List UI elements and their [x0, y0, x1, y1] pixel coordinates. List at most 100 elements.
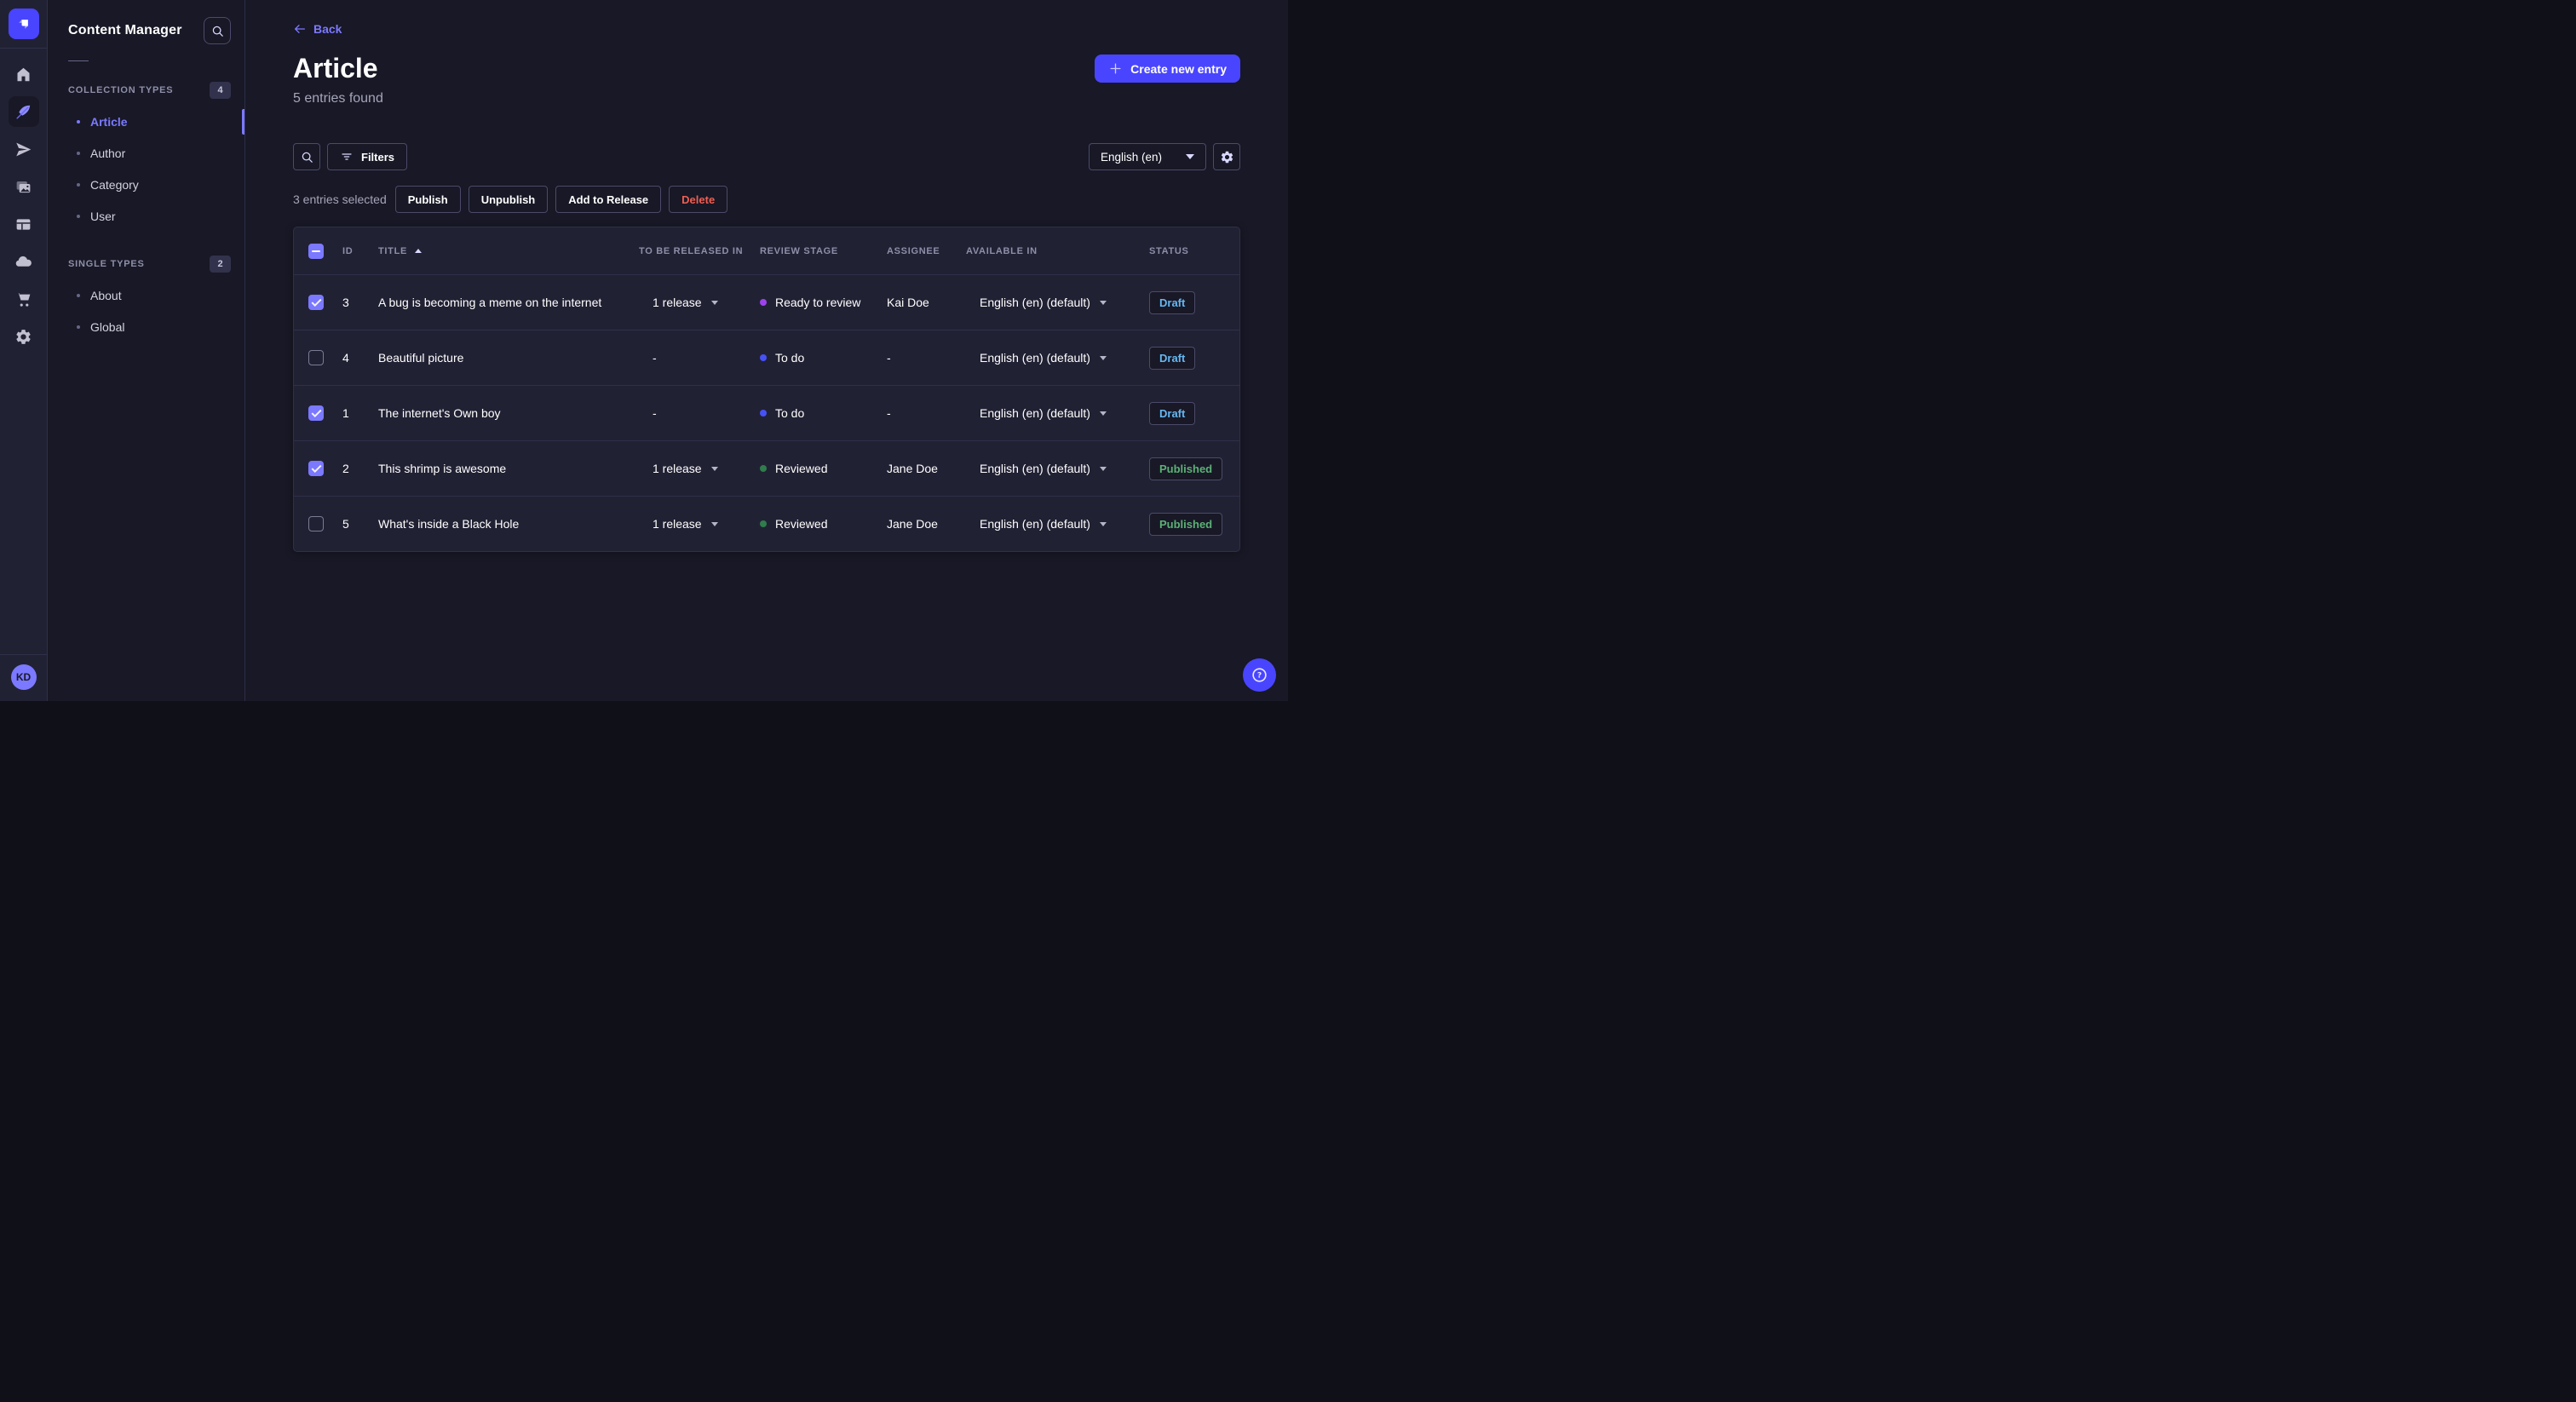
cell-assignee: - — [887, 406, 891, 420]
sidebar-item-user[interactable]: User — [48, 200, 244, 232]
cell-locale-dropdown[interactable]: English (en) (default) — [955, 517, 1138, 531]
review-stage-dot — [760, 410, 767, 417]
add-to-release-button[interactable]: Add to Release — [555, 186, 662, 213]
cell-title: The internet's Own boy — [378, 406, 501, 420]
subnav-search-button[interactable] — [204, 17, 231, 44]
table-row[interactable]: 2 This shrimp is awesome 1 release Revie… — [294, 440, 1239, 496]
row-checkbox[interactable] — [308, 516, 324, 531]
sort-ascending-icon — [415, 249, 423, 253]
list-search-button[interactable] — [293, 143, 320, 170]
page-heading: Article 5 entries found — [293, 53, 383, 106]
main-content: Back Article 5 entries found Create new … — [245, 0, 1288, 701]
cell-title: A bug is becoming a meme on the internet — [378, 296, 602, 309]
delete-button[interactable]: Delete — [669, 186, 728, 213]
rail-divider — [0, 48, 47, 49]
cell-status: Draft — [1138, 290, 1239, 314]
cell-release-dropdown[interactable]: 1 release — [628, 462, 749, 475]
select-all-checkbox[interactable] — [308, 243, 324, 259]
cell-assignee: Kai Doe — [887, 296, 929, 309]
strapi-logo-icon — [18, 20, 28, 29]
user-avatar[interactable]: KD — [10, 664, 37, 690]
cell-release-dropdown[interactable]: - — [628, 406, 749, 420]
cell-review-stage: Ready to review — [749, 296, 876, 309]
status-badge: Published — [1149, 512, 1223, 536]
column-header-title-sort[interactable]: TITLE — [378, 246, 423, 256]
unpublish-button[interactable]: Unpublish — [468, 186, 549, 213]
table-row[interactable]: 5 What's inside a Black Hole 1 release R… — [294, 496, 1239, 551]
cell-release-dropdown[interactable]: 1 release — [628, 296, 749, 309]
release-caret chevron-down-icon — [710, 521, 718, 526]
table-row[interactable]: 1 The internet's Own boy - To do - Engli… — [294, 385, 1239, 440]
chevron-down-icon — [1099, 411, 1107, 416]
publish-button[interactable]: Publish — [394, 186, 461, 213]
cell-assignee: - — [887, 351, 891, 365]
row-checkbox[interactable] — [308, 405, 324, 421]
cell-id: 2 — [342, 462, 349, 475]
sidebar-item-article[interactable]: Article — [48, 106, 244, 137]
sidebar-item-author[interactable]: Author — [48, 137, 244, 169]
review-stage-dot — [760, 354, 767, 361]
cell-locale-dropdown[interactable]: English (en) (default) — [955, 351, 1138, 365]
cell-review-stage: To do — [749, 406, 876, 420]
bullet-icon — [77, 182, 80, 187]
collection-types-count-badge: 4 — [210, 82, 231, 99]
bullet-icon — [77, 151, 80, 155]
home-icon[interactable] — [9, 59, 39, 89]
single-types-section: SINGLE TYPES 2 About Global — [48, 256, 244, 342]
cell-id: 1 — [342, 406, 349, 420]
cell-locale-dropdown[interactable]: English (en) (default) — [955, 296, 1138, 309]
entries-table: ID TITLE TO BE RELEASED IN REVIEW STAGE … — [293, 227, 1240, 552]
row-checkbox[interactable] — [308, 461, 324, 476]
cell-review-stage: To do — [749, 351, 876, 365]
cell-assignee: Jane Doe — [887, 517, 938, 531]
list-settings-button[interactable] — [1213, 143, 1240, 170]
filters-button[interactable]: Filters — [327, 143, 408, 170]
cell-status: Draft — [1138, 346, 1239, 370]
cloud-icon[interactable] — [9, 246, 39, 277]
cell-release-dropdown[interactable]: - — [628, 351, 749, 365]
cell-title: What's inside a Black Hole — [378, 517, 520, 531]
section-label-single-types: SINGLE TYPES — [68, 259, 145, 269]
bullet-icon — [77, 214, 80, 218]
column-header-available-in: AVAILABLE IN — [966, 245, 1038, 256]
table-row[interactable]: 3 A bug is becoming a meme on the intern… — [294, 274, 1239, 330]
status-badge: Draft — [1149, 290, 1196, 314]
locale-select[interactable]: English (en) — [1089, 143, 1206, 170]
chevron-down-icon — [1099, 355, 1107, 360]
cell-status: Published — [1138, 457, 1239, 480]
cell-title: Beautiful picture — [378, 351, 464, 365]
chevron-down-icon — [1099, 521, 1107, 526]
svg-text:?: ? — [1257, 671, 1262, 681]
help-button[interactable]: ? — [1243, 658, 1276, 692]
table-header-row: ID TITLE TO BE RELEASED IN REVIEW STAGE … — [294, 227, 1239, 274]
back-link[interactable]: Back — [293, 22, 342, 36]
section-label-collection-types: COLLECTION TYPES — [68, 85, 174, 95]
content-manager-feather-icon[interactable] — [8, 96, 39, 127]
review-stage-dot — [760, 299, 767, 306]
releases-send-icon[interactable] — [9, 134, 39, 164]
row-checkbox[interactable] — [308, 350, 324, 365]
sidebar-item-global[interactable]: Global — [48, 311, 244, 342]
cell-title: This shrimp is awesome — [378, 462, 507, 475]
chevron-down-icon — [1186, 154, 1194, 159]
review-stage-dot — [760, 465, 767, 472]
table-row[interactable]: 4 Beautiful picture - To do - English (e… — [294, 330, 1239, 385]
cell-locale-dropdown[interactable]: English (en) (default) — [955, 406, 1138, 420]
create-new-entry-button[interactable]: Create new entry — [1095, 55, 1240, 83]
status-badge: Draft — [1149, 401, 1196, 425]
cell-release-dropdown[interactable]: 1 release — [628, 517, 749, 531]
row-checkbox[interactable] — [308, 295, 324, 310]
strapi-logo[interactable] — [8, 9, 39, 39]
cell-id: 3 — [342, 296, 349, 309]
cell-locale-dropdown[interactable]: English (en) (default) — [955, 462, 1138, 475]
sidebar-item-about[interactable]: About — [48, 279, 244, 311]
content-type-builder-icon[interactable] — [9, 209, 39, 239]
settings-gear-icon[interactable] — [9, 321, 39, 352]
media-library-icon[interactable] — [9, 171, 39, 202]
marketplace-cart-icon[interactable] — [9, 284, 39, 314]
question-mark-icon: ? — [1252, 668, 1267, 682]
search-icon — [302, 152, 313, 163]
page-title: Article — [293, 53, 378, 83]
sidebar-item-category[interactable]: Category — [48, 169, 244, 200]
release-caret chevron-down-icon — [710, 300, 718, 305]
